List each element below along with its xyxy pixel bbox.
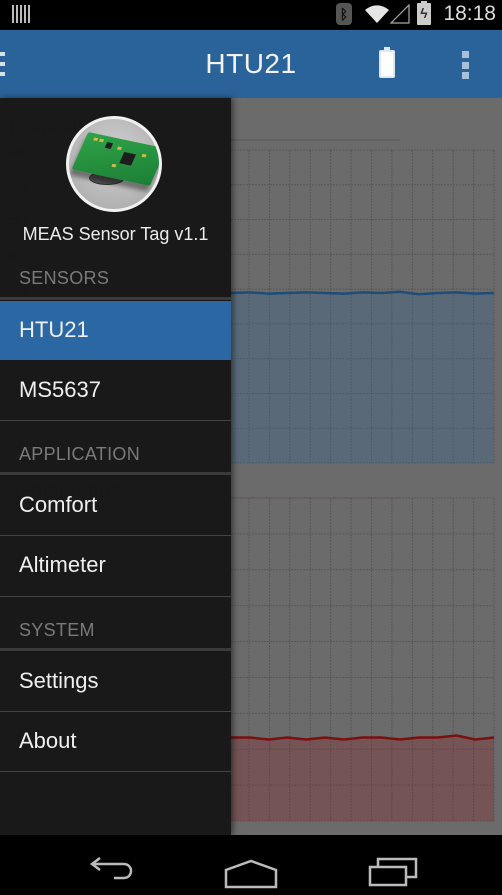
notification-icon [12, 5, 30, 23]
drawer-item-label: MS5637 [19, 377, 101, 402]
series-area [231, 291, 494, 463]
clock: 18:18 [443, 2, 496, 25]
drawer-item-label: Altimeter [19, 552, 106, 577]
divider [0, 297, 231, 300]
status-bar: ᛒ ϟ 18:18 [0, 0, 502, 30]
divider [0, 771, 231, 772]
screen: ᛒ ϟ 18:18 HTU21 Humidity 100.088.977.866… [0, 0, 502, 895]
device-name: MEAS Sensor Tag v1.1 [22, 224, 209, 244]
divider [0, 420, 231, 421]
section-label-application: APPLICATION [19, 444, 140, 464]
wifi-icon [365, 5, 389, 23]
drawer-item-about[interactable]: About [0, 712, 231, 771]
drawer-item-ms5637[interactable]: MS5637 [0, 361, 231, 420]
battery-charging-icon: ϟ [417, 1, 431, 25]
section-label-sensors: SENSORS [19, 268, 110, 288]
home-icon[interactable] [224, 853, 278, 889]
divider [0, 596, 231, 597]
sensor-tag-pcb-image [66, 116, 162, 212]
drawer-item-comfort[interactable]: Comfort [0, 476, 231, 535]
navigation-drawer: MEAS Sensor Tag v1.1 SENSORS HTU21 MS563… [0, 98, 231, 835]
drawer-item-label: About [19, 728, 77, 753]
drawer-item-label: Settings [19, 668, 99, 693]
recent-apps-icon[interactable] [368, 853, 420, 889]
drawer-item-altimeter[interactable]: Altimeter [0, 536, 231, 595]
series-area [231, 735, 494, 821]
drawer-item-settings[interactable]: Settings [0, 652, 231, 711]
section-label-system: SYSTEM [19, 620, 95, 640]
battery-full-icon[interactable] [379, 47, 395, 78]
app-bar: HTU21 [0, 30, 502, 98]
signal-icon [390, 4, 410, 24]
drawer-item-label: Comfort [19, 492, 98, 517]
overflow-menu-icon[interactable] [462, 51, 470, 79]
drawer-item-label: HTU21 [19, 317, 89, 342]
drawer-item-htu21[interactable]: HTU21 [0, 301, 231, 360]
system-nav-bar [0, 835, 502, 895]
divider [0, 648, 231, 651]
divider [0, 472, 231, 475]
page-title: HTU21 [205, 48, 297, 79]
bluetooth-icon: ᛒ [336, 3, 352, 25]
back-icon[interactable] [84, 853, 134, 889]
